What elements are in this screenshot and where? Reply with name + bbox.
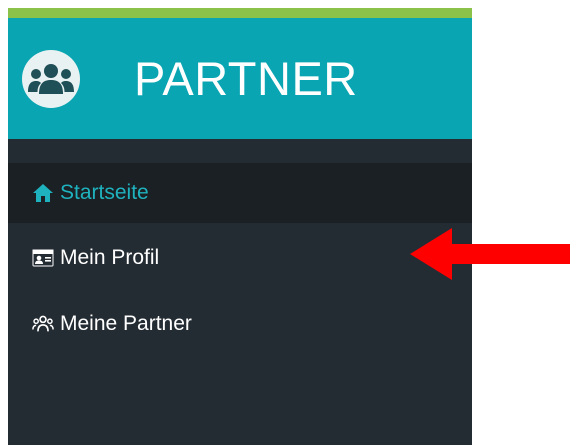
red-arrow-icon (410, 228, 570, 280)
screenshot-stage: PARTNER Startseite Mein Profil Meine Par… (0, 0, 570, 445)
brand-stripe (8, 8, 472, 18)
sidebar-item-label: Meine Partner (60, 312, 192, 335)
home-icon (32, 182, 54, 204)
sidebar: PARTNER Startseite Mein Profil Meine Par… (8, 8, 472, 445)
users-icon (32, 313, 54, 335)
sidebar-item-label: Startseite (60, 181, 149, 204)
sidebar-item-meine-partner[interactable]: Meine Partner (8, 293, 472, 355)
users-group-icon (22, 49, 80, 108)
id-card-icon (32, 247, 54, 269)
brand-header[interactable]: PARTNER (8, 18, 472, 139)
brand-title: PARTNER (134, 52, 358, 105)
sidebar-item-mein-profil[interactable]: Mein Profil (8, 227, 472, 289)
sidebar-menu: Startseite Mein Profil Meine Partner (8, 163, 472, 355)
menu-spacer (8, 139, 472, 163)
sidebar-item-label: Mein Profil (60, 246, 160, 269)
sidebar-item-startseite[interactable]: Startseite (8, 163, 472, 223)
